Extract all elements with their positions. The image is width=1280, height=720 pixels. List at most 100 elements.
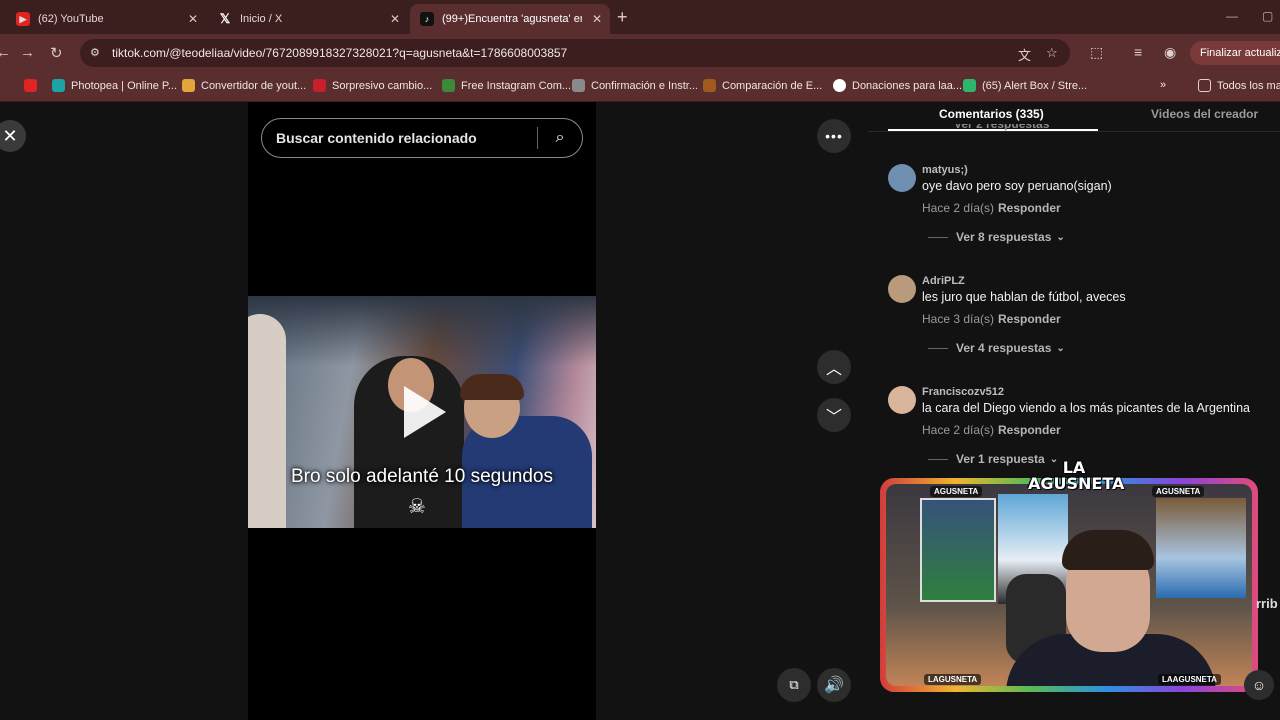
tabs-divider — [868, 131, 1280, 132]
tiktok-handle: LAAGUSNETA — [1158, 674, 1221, 685]
close-tab-icon[interactable]: ✕ — [592, 12, 602, 26]
comment-username[interactable]: AdriPLZ — [922, 275, 965, 287]
avatar[interactable] — [888, 386, 916, 414]
tiktok-icon: ♪ — [420, 12, 434, 26]
x-logo-icon: 𝕏 — [219, 11, 231, 26]
comments-tabs: Comentarios (335) Videos del creador — [868, 102, 1280, 134]
extensions-icon[interactable]: ⬚ — [1090, 44, 1103, 61]
profile-icon[interactable]: ◉ — [1164, 44, 1176, 61]
tab-label: Inicio / X — [240, 13, 283, 25]
finalizar-update-button[interactable]: Finalizar actualiza — [1190, 41, 1280, 65]
partial-side-text: rrib — [1256, 596, 1278, 611]
skull-emoji-icon: ☠ — [408, 496, 426, 518]
more-bookmarks-icon[interactable]: » — [1160, 79, 1166, 91]
minimize-icon[interactable]: — — [1226, 9, 1238, 23]
x-handle: LAGUSNETA — [924, 674, 982, 685]
tab-comments[interactable]: Comentarios (335) — [939, 107, 1044, 121]
youtube-icon: ▶ — [16, 12, 30, 26]
close-video-icon[interactable]: ✕ — [0, 120, 26, 152]
search-input[interactable]: Buscar contenido relacionado — [276, 130, 537, 146]
streamer-hair — [1062, 530, 1154, 570]
all-bookmarks-folder[interactable]: Todos los mar — [1198, 79, 1280, 92]
more-options-icon[interactable]: ••• — [817, 119, 851, 153]
omnibox[interactable]: ⚙ tiktok.com/@teodeliaa/video/7672089918… — [80, 39, 1070, 67]
bookmark-photopea[interactable]: Photopea | Online P... — [52, 79, 177, 92]
video-controls-area: ••• ︿ ﹀ ⧉ 🔊 — [596, 102, 868, 720]
close-tab-icon[interactable]: ✕ — [390, 12, 400, 26]
bookmark-comparacion[interactable]: Comparación de E... — [703, 79, 822, 92]
reload-icon[interactable]: ↻ — [50, 44, 63, 62]
youtube-bookmark-icon[interactable] — [24, 79, 43, 92]
url-text[interactable]: tiktok.com/@teodeliaa/video/767208991832… — [112, 46, 567, 60]
chevron-down-icon: ⌄ — [1056, 342, 1065, 354]
tab-creator-videos[interactable]: Videos del creador — [1151, 107, 1258, 121]
translate-icon[interactable]: 文 — [1018, 45, 1031, 64]
streamer-logo: LA AGUSNETA — [1028, 458, 1125, 493]
related-search-bar[interactable]: Buscar contenido relacionado ⌕ — [261, 118, 583, 158]
reply-button[interactable]: Responder — [998, 201, 1061, 215]
wall-poster — [920, 498, 996, 602]
play-icon[interactable] — [404, 386, 446, 438]
bookmark-favicon-icon — [182, 79, 195, 92]
instagram-handle: AGUSNETA — [930, 486, 983, 497]
forward-icon[interactable]: → — [20, 44, 35, 61]
comment-text: oye davo pero soy peruano(sigan) — [922, 179, 1112, 193]
back-icon[interactable]: ← — [0, 44, 11, 61]
maximize-icon[interactable]: ▢ — [1262, 9, 1273, 23]
wall-poster — [1156, 498, 1246, 598]
tab-youtube[interactable]: ▶ (62) YouTube ✕ — [6, 4, 206, 34]
video-caption: Bro solo adelanté 10 segundos — [291, 466, 553, 487]
browser-tab-bar: ▶ (62) YouTube ✕ 𝕏 Inicio / X ✕ ♪ (99+)E… — [0, 0, 1280, 34]
reply-button[interactable]: Responder — [998, 423, 1061, 437]
reply-button[interactable]: Responder — [998, 312, 1061, 326]
bookmark-favicon-icon — [442, 79, 455, 92]
comment-username[interactable]: matyus;) — [922, 164, 968, 176]
reading-list-icon[interactable]: ≡ — [1134, 44, 1142, 60]
search-icon[interactable]: ⌕ — [538, 129, 582, 147]
chevron-down-icon: ⌄ — [1056, 231, 1065, 243]
comment-time: Hace 2 día(s) — [922, 201, 995, 215]
bookmark-convertidor[interactable]: Convertidor de yout... — [182, 79, 306, 92]
webcam-overlay: AGUSNETA AGUSNETA LAGUSNETA LAAGUSNETA — [880, 478, 1258, 692]
replies-dash — [928, 347, 948, 349]
comment-text: les juro que hablan de fútbol, aveces — [922, 290, 1126, 304]
webcam-feed: AGUSNETA AGUSNETA LAGUSNETA LAAGUSNETA — [886, 484, 1252, 686]
bookmark-favicon-icon — [963, 79, 976, 92]
close-tab-icon[interactable]: ✕ — [188, 12, 198, 26]
bookmark-favicon-icon — [313, 79, 326, 92]
youtube-handle: AGUSNETA — [1152, 486, 1205, 497]
volume-icon[interactable]: 🔊 — [817, 668, 851, 702]
view-replies-button[interactable]: Ver 4 respuestas ⌄ — [928, 341, 1065, 355]
comment-username[interactable]: Franciscozv512 — [922, 386, 1004, 398]
tab-tiktok[interactable]: ♪ (99+)Encuentra 'agusneta' en T ✕ — [410, 4, 610, 34]
avatar[interactable] — [888, 275, 916, 303]
emoji-icon[interactable]: ☺ — [1244, 670, 1274, 700]
bookmark-star-icon[interactable]: ☆ — [1046, 45, 1058, 61]
replies-dash — [928, 236, 948, 238]
avatar[interactable] — [888, 164, 916, 192]
video-player[interactable]: Buscar contenido relacionado ⌕ Bro solo … — [248, 102, 596, 720]
next-video-icon[interactable]: ﹀ — [817, 398, 851, 432]
video-frame[interactable]: Bro solo adelanté 10 segundos ☠ — [248, 296, 596, 528]
view-replies-partial[interactable]: Ver 2 respuestas — [954, 124, 1049, 132]
bookmarks-bar: Photopea | Online P... Convertidor de yo… — [0, 72, 1280, 102]
bookmark-alert-box[interactable]: (65) Alert Box / Stre... — [963, 79, 1087, 92]
video-person — [248, 314, 286, 528]
folder-icon — [1198, 79, 1211, 92]
bookmark-favicon-icon — [572, 79, 585, 92]
tab-x[interactable]: 𝕏 Inicio / X ✕ — [208, 4, 408, 34]
bookmark-free-instagram[interactable]: Free Instagram Com... — [442, 79, 571, 92]
view-replies-button[interactable]: Ver 8 respuestas ⌄ — [928, 230, 1065, 244]
bookmark-donaciones[interactable]: Donaciones para laa... — [833, 79, 962, 92]
tab-label: (99+)Encuentra 'agusneta' en T — [442, 13, 582, 25]
replies-dash — [928, 458, 948, 460]
bookmark-favicon-icon — [703, 79, 716, 92]
comment-text: la cara del Diego viendo a los más pican… — [922, 401, 1250, 415]
site-info-icon[interactable]: ⚙ — [90, 46, 104, 60]
bookmark-confirmacion[interactable]: Confirmación e Instr... — [572, 79, 698, 92]
floating-player-icon[interactable]: ⧉ — [777, 668, 811, 702]
previous-video-icon[interactable]: ︿ — [817, 350, 851, 384]
bookmark-sorpresivo[interactable]: Sorpresivo cambio... — [313, 79, 432, 92]
new-tab-icon[interactable]: + — [617, 7, 628, 28]
video-person-hair — [460, 374, 524, 400]
